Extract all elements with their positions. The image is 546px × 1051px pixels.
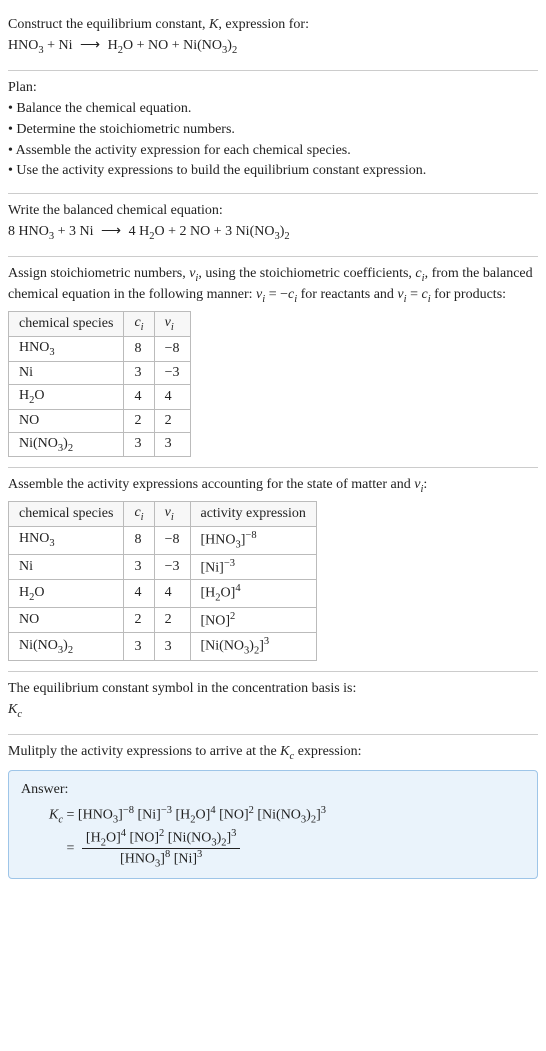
balanced-heading: Write the balanced chemical equation: [8, 202, 538, 221]
intro-line1: Construct the equilibrium constant, K, e… [8, 16, 538, 35]
activity-table: chemical species ci νi activity expressi… [8, 501, 317, 660]
answer-box: Answer: Kc = [HNO3]−8 [Ni]−3 [H2O]4 [NO]… [8, 770, 538, 879]
table-row: H2O 4 4 [9, 384, 191, 409]
kc-symbol-section: The equilibrium constant symbol in the c… [8, 672, 538, 735]
assemble-text: Assemble the activity expressions accoun… [8, 476, 538, 497]
table-row: NO 2 2 [9, 409, 191, 432]
table-row: NO 2 2 [NO]2 [9, 607, 317, 633]
col-nui: νi [154, 502, 190, 527]
stoich-table: chemical species ci νi HNO3 8 −8 Ni 3 −3… [8, 311, 191, 457]
table-row: H2O 4 4 [H2O]4 [9, 580, 317, 607]
col-activity: activity expression [190, 502, 316, 527]
K-symbol: K [209, 17, 218, 32]
intro-text-post: , expression for: [218, 17, 309, 32]
table-row: HNO3 8 −8 [HNO3]−8 [9, 527, 317, 554]
multiply-text: Mulitply the activity expressions to arr… [8, 743, 538, 764]
activity-section: Assemble the activity expressions accoun… [8, 468, 538, 671]
table-row: Ni 3 −3 [9, 361, 191, 384]
col-species: chemical species [9, 312, 124, 337]
plan-bullet-3: • Assemble the activity expression for e… [8, 142, 538, 161]
intro-text-pre: Construct the equilibrium constant, [8, 17, 209, 32]
intro-section: Construct the equilibrium constant, K, e… [8, 8, 538, 71]
plan-heading: Plan: [8, 79, 538, 98]
answer-label: Answer: [21, 781, 525, 800]
col-ci: ci [124, 502, 154, 527]
fraction-denominator: [HNO3]8 [Ni]3 [82, 848, 241, 869]
table-row: HNO3 8 −8 [9, 336, 191, 361]
plan-bullet-2: • Determine the stoichiometric numbers. [8, 121, 538, 140]
arrow-icon: ⟶ [76, 38, 104, 53]
answer-equation: Kc = [HNO3]−8 [Ni]−3 [H2O]4 [NO]2 [Ni(NO… [21, 805, 525, 869]
table-row: Ni(NO3)2 3 3 [Ni(NO3)2]3 [9, 633, 317, 660]
col-ci: ci [124, 312, 154, 337]
plan-bullet-1: • Balance the chemical equation. [8, 100, 538, 119]
product-h2o: H2O [108, 38, 134, 53]
col-species: chemical species [9, 502, 124, 527]
product-no: NO [148, 38, 168, 53]
table-row: Ni 3 −3 [Ni]−3 [9, 554, 317, 580]
reactant-ni: Ni [59, 38, 73, 53]
product-nino32: Ni(NO3)2 [183, 38, 237, 53]
plan-bullet-4: • Use the activity expressions to build … [8, 162, 538, 181]
reactant-hno3: HNO3 [8, 38, 44, 53]
col-nui: νi [154, 312, 190, 337]
kc-symbol-text: The equilibrium constant symbol in the c… [8, 680, 538, 699]
plan-section: Plan: • Balance the chemical equation. •… [8, 71, 538, 194]
table-row: Ni(NO3)2 3 3 [9, 432, 191, 457]
answer-line2: Kc = [H2O]4 [NO]2 [Ni(NO3)2]3 [HNO3]8 [N… [49, 828, 525, 870]
intro-reaction: HNO3 + Ni ⟶ H2O + NO + Ni(NO3)2 [8, 37, 538, 58]
assign-text: Assign stoichiometric numbers, νi, using… [8, 265, 538, 307]
table-header-row: chemical species ci νi [9, 312, 191, 337]
fraction: [H2O]4 [NO]2 [Ni(NO3)2]3 [HNO3]8 [Ni]3 [82, 828, 241, 870]
table-header-row: chemical species ci νi activity expressi… [9, 502, 317, 527]
kc-symbol: Kc [8, 701, 538, 722]
balanced-equation: 8 HNO3 + 3 Ni ⟶ 4 H2O + 2 NO + 3 Ni(NO3)… [8, 223, 538, 244]
assign-section: Assign stoichiometric numbers, νi, using… [8, 257, 538, 468]
answer-line1: Kc = [HNO3]−8 [Ni]−3 [H2O]4 [NO]2 [Ni(NO… [49, 805, 525, 825]
multiply-section: Mulitply the activity expressions to arr… [8, 735, 538, 889]
arrow-icon: ⟶ [97, 224, 125, 239]
balanced-section: Write the balanced chemical equation: 8 … [8, 194, 538, 257]
fraction-numerator: [H2O]4 [NO]2 [Ni(NO3)2]3 [82, 828, 241, 848]
